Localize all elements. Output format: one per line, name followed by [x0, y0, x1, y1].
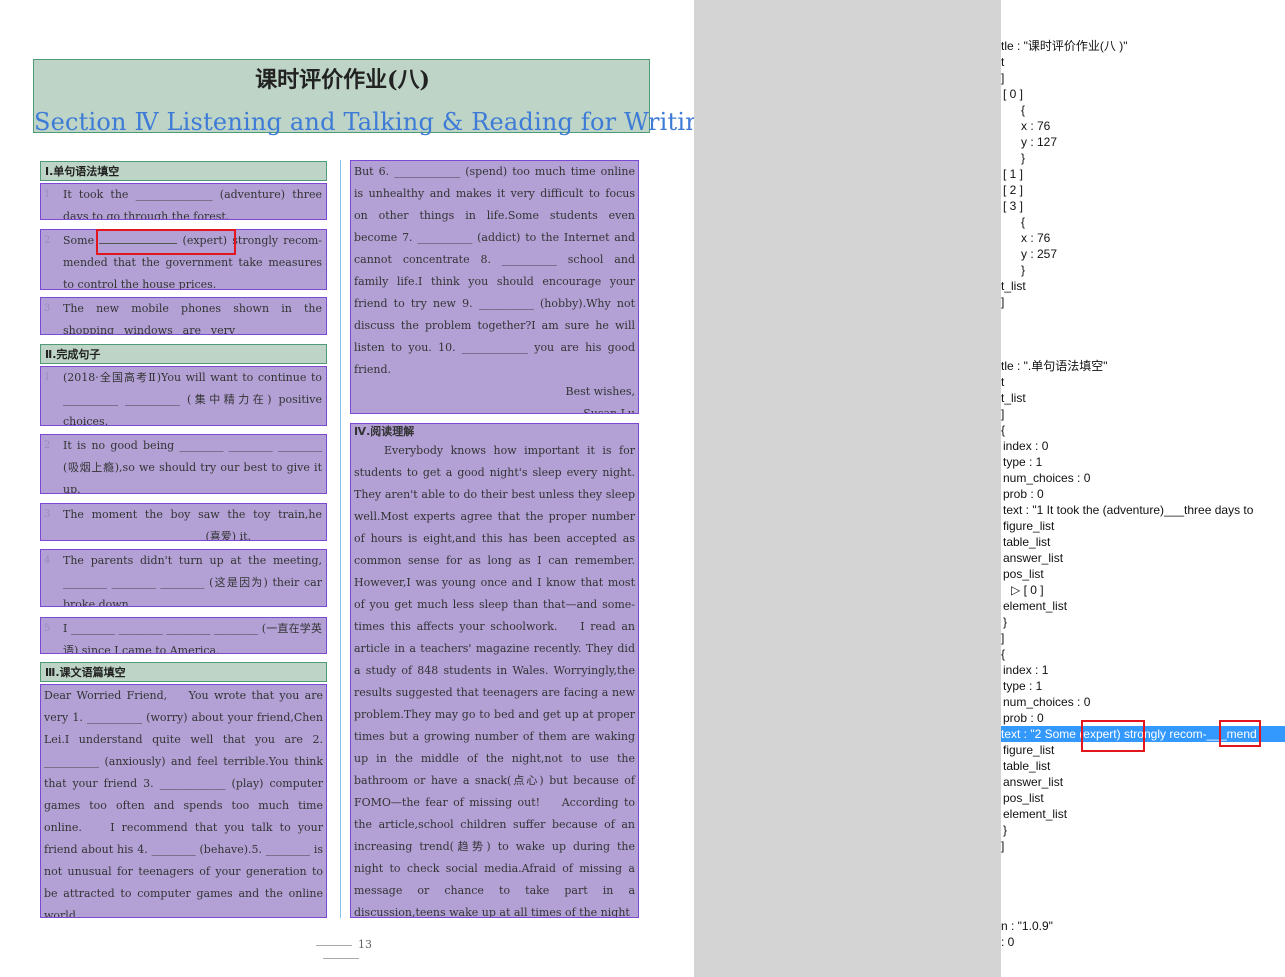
section-4-header: Ⅳ.阅读理解: [354, 425, 415, 438]
canvas-background: [694, 0, 1001, 977]
page-number-text: 13: [358, 938, 372, 951]
tree-row[interactable]: {: [1001, 214, 1025, 230]
tree-row[interactable]: y : 257: [1001, 246, 1057, 262]
tree-row[interactable]: prob : 0: [1001, 486, 1044, 502]
tree-row[interactable]: ]: [1001, 294, 1004, 310]
tree-row[interactable]: {: [1001, 102, 1025, 118]
json-tree-panel[interactable]: tle : "课时评价作业(八 )" t][ 0 ]{x : 76 y : 127}…: [1001, 0, 1285, 977]
letter-signature: Susan Lu: [583, 407, 635, 414]
tree-row[interactable]: prob : 0: [1001, 710, 1044, 726]
tree-row[interactable]: element_list: [1001, 806, 1067, 822]
tree-row[interactable]: }: [1001, 822, 1007, 838]
sentence-block: 5 I ________ ________ ________ ________ …: [40, 617, 327, 654]
title-banner: 课时评价作业(八) Section Ⅳ Listening and Talkin…: [33, 59, 717, 136]
section-subtitle: Section Ⅳ Listening and Talking & Readin…: [34, 108, 717, 136]
tree-row[interactable]: ]: [1001, 630, 1004, 646]
sentence-block: 3 The moment the boy saw the toy train,h…: [40, 503, 327, 541]
question-number: 2: [44, 440, 51, 451]
tree-row[interactable]: type : 1: [1001, 454, 1042, 470]
question-number: 2: [44, 235, 51, 246]
tree-row[interactable]: type : 1: [1001, 678, 1042, 694]
tree-row[interactable]: t_list: [1001, 390, 1026, 406]
column-divider: [340, 160, 341, 918]
tree-row[interactable]: pos_list: [1001, 566, 1044, 582]
tree-row[interactable]: x : 76: [1001, 118, 1050, 134]
reading-block: Ⅳ.阅读理解 Everybody knows how important it …: [350, 423, 639, 918]
tree-row[interactable]: [ 2 ]: [1001, 182, 1023, 198]
question-text: It took the ______________ (adventure) t…: [63, 188, 322, 220]
tree-row[interactable]: text : "1 It took the (adventure)___thre…: [1001, 502, 1253, 518]
section-1-header: Ⅰ.单句语法填空: [40, 161, 327, 181]
tree-row[interactable]: t: [1001, 54, 1004, 70]
tree-row[interactable]: {: [1001, 422, 1005, 438]
sentence-text: The moment the boy saw the toy train,he …: [63, 508, 322, 541]
sentence-text: The parents didn't turn up at the meetin…: [63, 554, 322, 607]
tree-row[interactable]: [ 0 ]: [1001, 86, 1023, 102]
tree-row[interactable]: answer_list: [1001, 550, 1063, 566]
tree-row[interactable]: index : 1: [1001, 662, 1048, 678]
section-3-header: Ⅲ.课文语篇填空: [40, 662, 327, 682]
question-number: 3: [44, 303, 51, 314]
sentence-block: 4 The parents didn't turn up at the meet…: [40, 549, 327, 607]
tree-row[interactable]: answer_list: [1001, 774, 1063, 790]
tree-row[interactable]: table_list: [1001, 758, 1050, 774]
tree-row[interactable]: x : 76: [1001, 230, 1050, 246]
tree-row[interactable]: element_list: [1001, 598, 1067, 614]
tree-row[interactable]: figure_list: [1001, 518, 1054, 534]
question-block: 1 It took the ______________ (adventure)…: [40, 183, 327, 220]
question-text-start: Some: [63, 234, 95, 247]
tree-row[interactable]: {: [1001, 646, 1005, 662]
question-number: 1: [44, 372, 51, 383]
tree-row[interactable]: num_choices : 0: [1001, 694, 1090, 710]
letter-closing: Best wishes,: [565, 385, 635, 398]
sentence-block: 1 (2018·全国高考Ⅱ)You will want to continue …: [40, 366, 327, 426]
highlight-box: [96, 229, 236, 255]
page-number: 13: [290, 938, 392, 964]
tree-row[interactable]: index : 0: [1001, 438, 1048, 454]
sentence-block: 2 It is no good being ________ ________ …: [40, 434, 327, 494]
sentence-text: (2018·全国高考Ⅱ)You will want to continue to…: [63, 371, 322, 426]
page-title: 课时评价作业(八): [255, 67, 430, 93]
tree-row[interactable]: pos_list: [1001, 790, 1044, 806]
highlight-box: [1081, 720, 1145, 752]
tree-row[interactable]: ]: [1001, 838, 1004, 854]
tree-row[interactable]: }: [1001, 150, 1025, 166]
question-text: The new mobile phones shown in the shopp…: [63, 302, 322, 335]
tree-row[interactable]: t: [1001, 374, 1004, 390]
tree-row[interactable]: [ 1 ]: [1001, 166, 1023, 182]
tree-row[interactable]: ]: [1001, 70, 1004, 86]
passage-block: But 6. ____________ (spend) too much tim…: [350, 160, 639, 414]
tree-row[interactable]: y : 127: [1001, 134, 1057, 150]
tree-row[interactable]: ▷ [ 0 ]: [1001, 582, 1044, 598]
passage-text: But 6. ____________ (spend) too much tim…: [354, 165, 635, 376]
sentence-text: It is no good being ________ ________ __…: [63, 439, 322, 494]
section-2-header: Ⅱ.完成句子: [40, 344, 327, 364]
tree-row[interactable]: }: [1001, 262, 1025, 278]
tree-row[interactable]: tle : ".单句语法填空": [1001, 358, 1108, 374]
tree-row[interactable]: [ 3 ]: [1001, 198, 1023, 214]
tree-row[interactable]: : 0: [1001, 934, 1014, 950]
reading-text: Everybody knows how important it is for …: [354, 444, 635, 918]
document-page: 课时评价作业(八) Section Ⅳ Listening and Talkin…: [0, 0, 717, 977]
question-block: 3 The new mobile phones shown in the sho…: [40, 297, 327, 335]
tree-row[interactable]: t_list: [1001, 278, 1026, 294]
passage-block: Dear Worried Friend, You wrote that you …: [40, 684, 327, 918]
question-number: 3: [44, 509, 51, 520]
sentence-text: I ________ ________ ________ ________ (一…: [63, 622, 322, 654]
tree-row[interactable]: num_choices : 0: [1001, 470, 1090, 486]
tree-row[interactable]: tle : "课时评价作业(八 )": [1001, 38, 1128, 54]
question-number: 5: [44, 623, 51, 634]
question-number: 4: [44, 555, 51, 566]
question-number: 1: [44, 189, 51, 200]
tree-row[interactable]: figure_list: [1001, 742, 1054, 758]
tree-row[interactable]: n : "1.0.9": [1001, 918, 1053, 934]
highlight-box: [1219, 720, 1261, 747]
tree-row[interactable]: ]: [1001, 406, 1004, 422]
tree-row[interactable]: }: [1001, 614, 1007, 630]
tree-row[interactable]: table_list: [1001, 534, 1050, 550]
